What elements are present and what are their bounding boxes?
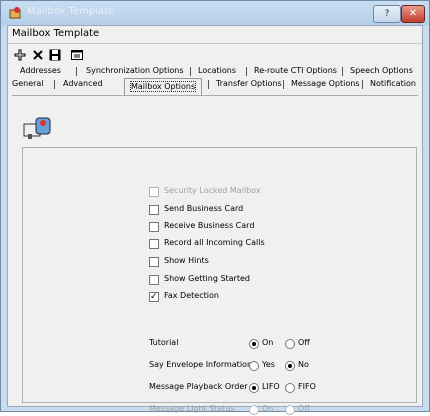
tab-panel-border [12,95,418,96]
option-label: Tutorial [149,338,179,347]
tab-strip: Addresses Synchronization Options Locati… [8,66,422,102]
radio-circle [285,383,295,393]
properties-icon[interactable] [68,47,86,65]
help-button[interactable]: ? [373,5,401,23]
tab-divider [54,80,55,89]
tab-mailbox-options[interactable]: Mailbox Options [124,78,202,95]
delete-icon[interactable] [29,47,47,65]
radio-label: No [298,360,309,369]
menu-bar: Mailbox Template [8,26,422,42]
close-button[interactable]: ✕ [401,5,425,23]
radio-label: Yes [262,360,275,369]
tab-locations[interactable]: Locations [198,66,236,75]
radio-circle [249,405,259,415]
tab-divider [342,67,343,76]
tab-divider [362,80,363,89]
window-title: Mailbox Template [27,6,115,17]
option-label: Message Playback Order [149,382,248,391]
toolbar [8,43,422,66]
tab-speech-options[interactable]: Speech Options [350,66,413,75]
send-business-card-checkbox[interactable]: Send Business Card [149,204,349,216]
title-bar[interactable]: Mailbox Template ? ✕ [1,1,429,25]
checkbox-box [149,187,159,197]
checkmark-icon: ✓ [150,292,158,302]
option-label: Say Envelope Information [149,360,253,369]
radio-label: On [262,338,274,347]
checkbox-label: Show Getting Started [164,274,250,283]
security-locked-mailbox-checkbox[interactable]: Security Locked Mailbox [149,186,349,198]
fax-detection-checkbox[interactable]: ✓ Fax Detection [149,291,349,303]
checkbox-label: Record all Incoming Calls [164,238,265,247]
radio-label: Off [298,338,310,347]
tab-addresses[interactable]: Addresses [20,66,61,75]
tab-divider [76,67,77,76]
tab-notification[interactable]: Notification [370,79,416,88]
tab-mailbox-options-label: Mailbox Options [129,81,197,92]
checkbox-label: Receive Business Card [164,221,255,230]
radio-label: LIFO [262,382,280,391]
tab-general[interactable]: General [12,79,44,88]
tab-divider [246,67,247,76]
mailbox-options-group: Security Locked Mailbox Send Business Ca… [22,147,417,415]
radio-circle [285,405,295,415]
checkbox-box [149,239,159,249]
mailbox-template-window: Mailbox Template ? ✕ Mailbox Template Ad… [0,0,430,415]
client-area: Mailbox Template Addresses Synchronizati… [7,25,423,415]
message-playback-order-option-row: Message Playback Order LIFO FIFO [149,382,429,394]
tab-transfer-options[interactable]: Transfer Options [216,79,282,88]
tab-divider [208,80,209,89]
tab-advanced[interactable]: Advanced [63,79,103,88]
checkbox-label: Security Locked Mailbox [164,186,261,195]
radio-circle [249,339,259,349]
show-hints-checkbox[interactable]: Show Hints [149,256,349,268]
tab-divider [283,80,284,89]
checkbox-box [149,205,159,215]
tutorial-option-row: Tutorial On Off [149,338,429,350]
mailbox-options-icon [23,117,51,139]
radio-circle [285,339,295,349]
mailbox-app-icon [9,7,21,19]
tab-divider [190,67,191,76]
show-getting-started-checkbox[interactable]: Show Getting Started [149,274,349,286]
radio-selected-dot [252,342,256,346]
checkbox-box [149,275,159,285]
checkbox-box [149,257,159,267]
radio-circle [249,383,259,393]
new-icon[interactable] [11,47,29,65]
radio-circle [249,361,259,371]
checkbox-label: Show Hints [164,256,209,265]
tab-message-options[interactable]: Message Options [291,79,359,88]
receive-business-card-checkbox[interactable]: Receive Business Card [149,221,349,233]
radio-circle [285,361,295,371]
tab-synchronization-options[interactable]: Synchronization Options [86,66,184,75]
record-all-incoming-calls-checkbox[interactable]: Record all Incoming Calls [149,238,349,250]
radio-label: FIFO [298,382,316,391]
save-icon[interactable] [46,47,64,65]
tab-reroute-cti-options[interactable]: Re-route CTI Options [254,66,337,75]
checkbox-box: ✓ [149,292,159,302]
checkbox-box [149,222,159,232]
menu-mailbox-template[interactable]: Mailbox Template [12,28,99,39]
checkbox-label: Send Business Card [164,204,244,213]
radio-selected-dot [252,386,256,390]
checkbox-label: Fax Detection [164,291,219,300]
message-light-status-option-row: Message Light Status On Off [149,404,429,416]
say-envelope-information-option-row: Say Envelope Information Yes No [149,360,429,372]
radio-selected-dot [288,364,292,368]
